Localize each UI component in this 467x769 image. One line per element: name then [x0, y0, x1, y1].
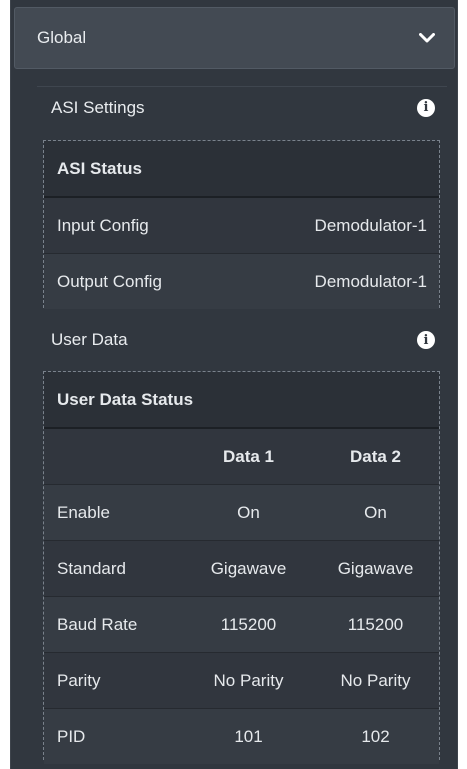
user-data-status-box: User Data Status Data 1 Data 2 Enable On…	[43, 371, 440, 764]
asi-status-table: ASI Status Input Config Demodulator-1 Ou…	[44, 141, 439, 309]
cell-value: 115200	[185, 596, 312, 653]
cell-value: 101	[185, 708, 312, 764]
table-row: Parity No Parity No Parity	[44, 652, 439, 709]
cell-value: 115200	[312, 596, 439, 653]
table-row: Input Config Demodulator-1	[44, 196, 439, 254]
cell-value: No Parity	[312, 652, 439, 709]
user-data-status-title: User Data Status	[44, 372, 439, 429]
info-icon[interactable]: i	[417, 331, 435, 349]
asi-status-box: ASI Status Input Config Demodulator-1 Ou…	[43, 140, 440, 309]
output-config-value: Demodulator-1	[236, 253, 439, 309]
global-accordion-header[interactable]: Global	[14, 7, 455, 69]
asi-settings-header[interactable]: ASI Settings i	[37, 86, 447, 128]
output-config-label: Output Config	[44, 253, 237, 309]
info-icon[interactable]: i	[417, 98, 435, 117]
asi-settings-label: ASI Settings	[51, 97, 145, 117]
input-config-value: Demodulator-1	[236, 196, 439, 254]
row-label-pid: PID	[44, 708, 185, 764]
cell-value: Gigawave	[312, 540, 439, 597]
row-label-enable: Enable	[44, 484, 185, 541]
empty-header-cell	[44, 427, 185, 485]
cell-value: Gigawave	[185, 540, 312, 597]
user-data-status-table: User Data Status Data 1 Data 2 Enable On…	[44, 372, 439, 764]
cell-value: On	[312, 484, 439, 541]
table-row: Enable On On	[44, 484, 439, 541]
cell-value: No Parity	[185, 652, 312, 709]
global-label: Global	[37, 28, 87, 47]
row-label-parity: Parity	[44, 652, 185, 709]
cell-value: 102	[312, 708, 439, 764]
table-row: Output Config Demodulator-1	[44, 253, 439, 309]
column-header-data-2: Data 2	[312, 427, 439, 485]
chevron-down-icon[interactable]	[418, 29, 436, 47]
cell-value: On	[185, 484, 312, 541]
table-row: Baud Rate 115200 115200	[44, 596, 439, 653]
table-row: Standard Gigawave Gigawave	[44, 540, 439, 597]
input-config-label: Input Config	[44, 196, 237, 254]
row-label-standard: Standard	[44, 540, 185, 597]
row-label-baud-rate: Baud Rate	[44, 596, 185, 653]
user-data-label: User Data	[51, 330, 128, 349]
table-header-row: Data 1 Data 2	[44, 427, 439, 485]
asi-status-title: ASI Status	[44, 141, 439, 198]
table-row: PID 101 102	[44, 708, 439, 764]
column-header-data-1: Data 1	[185, 427, 312, 485]
user-data-header[interactable]: User Data i	[37, 319, 447, 361]
